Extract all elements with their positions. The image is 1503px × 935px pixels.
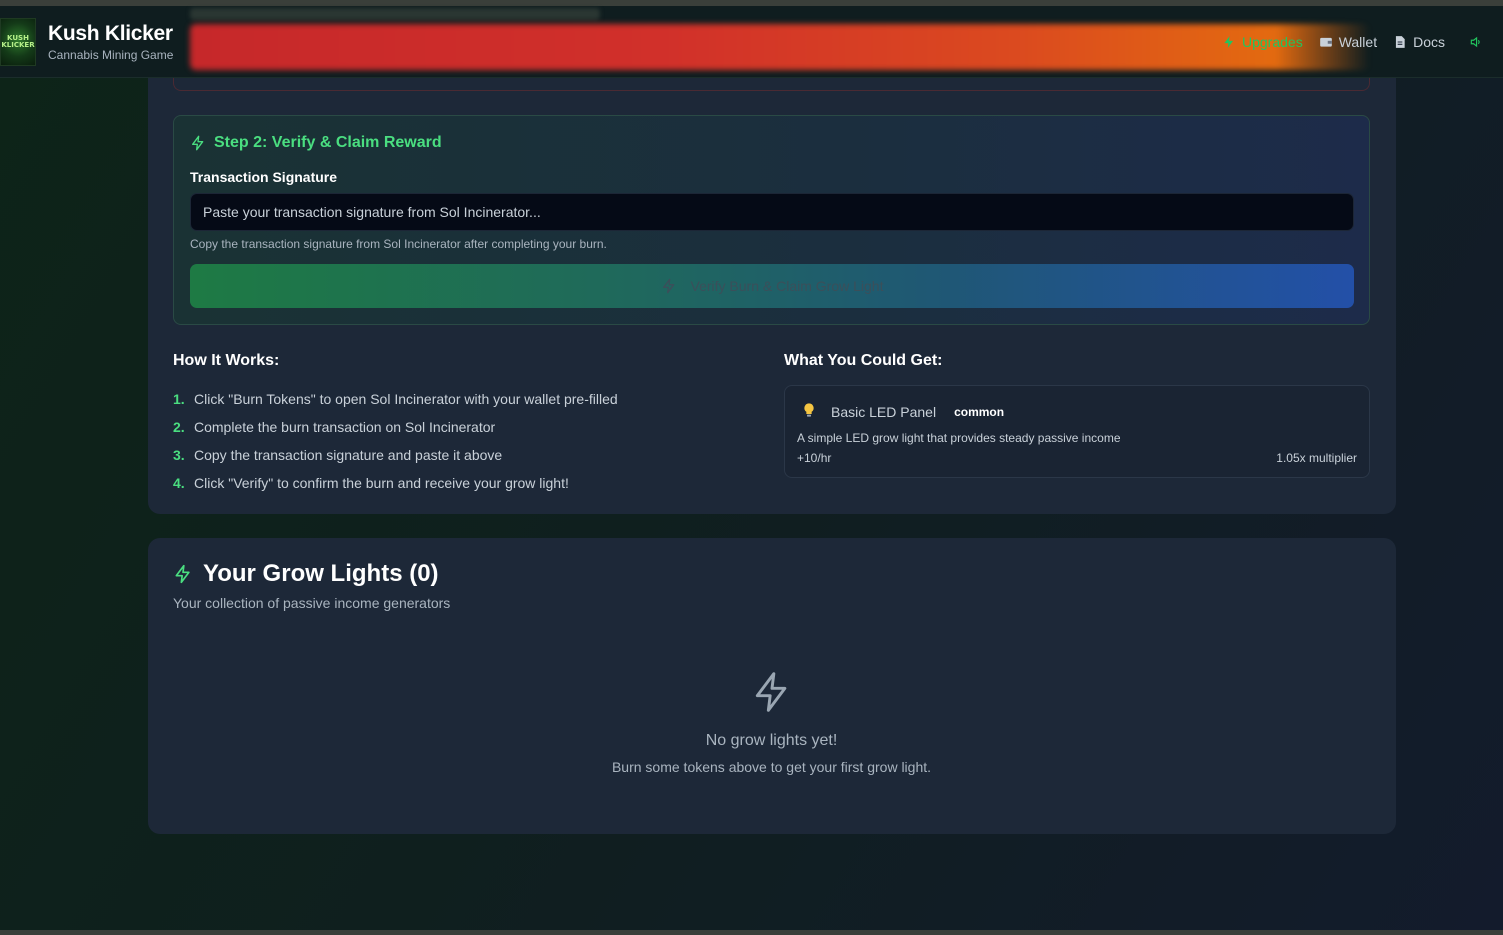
wallet-icon bbox=[1319, 37, 1332, 47]
step-text: Complete the burn transaction on Sol Inc… bbox=[194, 419, 496, 435]
window-bottom-edge bbox=[0, 930, 1503, 935]
nav-wallet-label: Wallet bbox=[1338, 34, 1378, 50]
blurred-banner bbox=[190, 24, 1370, 70]
step-number: 4. bbox=[173, 475, 185, 491]
how-it-works-heading: How It Works: bbox=[173, 352, 280, 369]
step-number: 3. bbox=[173, 447, 185, 463]
step-2-title: Step 2: Verify & Claim Reward bbox=[190, 134, 442, 152]
item-name: Basic LED Panel bbox=[831, 404, 937, 420]
zap-icon bbox=[192, 135, 204, 151]
list-item: 2. Complete the burn transaction on Sol I… bbox=[173, 413, 618, 441]
empty-state-subtitle: Burn some tokens above to get your first… bbox=[0, 759, 1503, 775]
verify-claim-button[interactable]: Verify Burn & Claim Grow Light bbox=[190, 264, 1354, 308]
zap-icon bbox=[1224, 36, 1234, 48]
item-description: A simple LED grow light that provides st… bbox=[797, 431, 1121, 445]
zap-icon bbox=[755, 672, 787, 712]
list-item: 4. Click "Verify" to confirm the burn and… bbox=[173, 469, 618, 497]
nav-upgrades-label: Upgrades bbox=[1242, 34, 1303, 50]
nav-upgrades[interactable]: Upgrades bbox=[1222, 34, 1303, 50]
top-nav: Upgrades Wallet Docs bbox=[1222, 6, 1483, 78]
grow-light-preview-card: Basic LED Panel common A simple LED grow… bbox=[784, 385, 1370, 478]
zap-icon bbox=[175, 564, 190, 584]
lightbulb-icon bbox=[801, 402, 819, 422]
item-rate: +10/hr bbox=[797, 451, 832, 465]
verify-claim-label: Verify Burn & Claim Grow Light bbox=[690, 278, 884, 294]
blurred-announcement-bar bbox=[190, 8, 600, 20]
zap-icon bbox=[662, 278, 674, 294]
brand: Kush Klicker Cannabis Mining Game bbox=[48, 22, 173, 62]
signature-label: Transaction Signature bbox=[190, 169, 338, 185]
step-text: Click "Verify" to confirm the burn and r… bbox=[194, 475, 569, 491]
step-1-box-edge bbox=[173, 78, 1370, 91]
step-2-title-text: Step 2: Verify & Claim Reward bbox=[214, 134, 442, 151]
nav-docs-label: Docs bbox=[1413, 34, 1445, 50]
item-multiplier: 1.05x multiplier bbox=[1276, 451, 1357, 465]
app-subtitle: Cannabis Mining Game bbox=[48, 47, 174, 62]
step-number: 2. bbox=[173, 419, 185, 435]
empty-state-title-text: No grow lights yet! bbox=[705, 732, 838, 749]
document-icon bbox=[1396, 36, 1405, 48]
grow-lights-title: Your Grow Lights (0) bbox=[173, 560, 439, 588]
signature-input[interactable] bbox=[190, 193, 1354, 231]
item-header: Basic LED Panel common bbox=[801, 402, 1004, 422]
step-number: 1. bbox=[173, 391, 185, 407]
rarity-badge: common bbox=[954, 405, 1005, 419]
step-text: Click "Burn Tokens" to open Sol Incinera… bbox=[194, 391, 618, 407]
grow-lights-title-text: Your Grow Lights (0) bbox=[203, 560, 439, 587]
signature-hint: Copy the transaction signature from Sol … bbox=[190, 237, 607, 251]
sound-toggle[interactable] bbox=[1469, 35, 1483, 49]
step-text: Copy the transaction signature and paste… bbox=[194, 447, 503, 463]
list-item: 3. Copy the transaction signature and pas… bbox=[173, 441, 618, 469]
empty-state-subtitle-text: Burn some tokens above to get your first… bbox=[611, 759, 932, 775]
logo-text: KUSH KLICKER bbox=[1, 33, 35, 49]
grow-lights-subtitle: Your collection of passive income genera… bbox=[173, 595, 451, 611]
list-item: 1. Click "Burn Tokens" to open Sol Incine… bbox=[173, 385, 618, 413]
nav-wallet[interactable]: Wallet bbox=[1319, 34, 1377, 50]
how-it-works-list: 1. Click "Burn Tokens" to open Sol Incine… bbox=[173, 385, 618, 497]
empty-state-title: No grow lights yet! bbox=[0, 732, 1503, 750]
kush-klicker-logo[interactable]: KUSH KLICKER bbox=[0, 17, 36, 66]
nav-docs[interactable]: Docs bbox=[1393, 34, 1445, 50]
could-get-heading: What You Could Get: bbox=[784, 352, 943, 369]
app-title: Kush Klicker bbox=[48, 21, 173, 45]
volume-icon bbox=[1470, 36, 1480, 48]
